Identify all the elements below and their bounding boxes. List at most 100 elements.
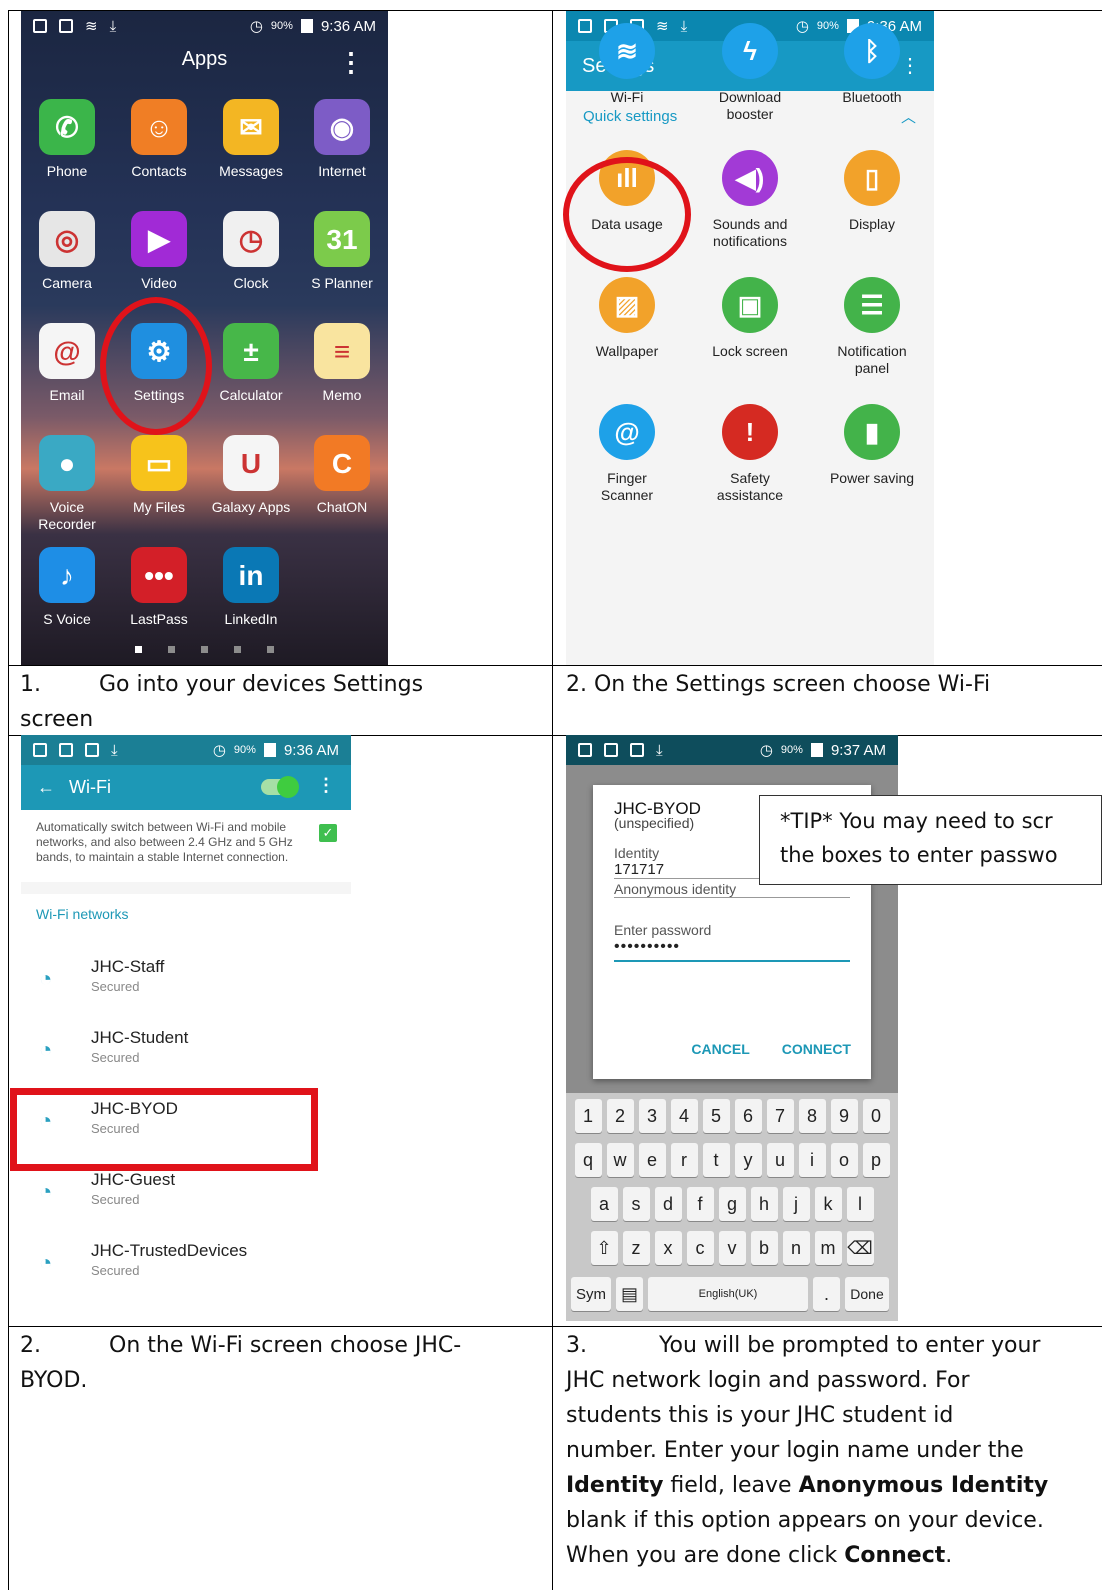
checkbox-checked-icon[interactable]: ✓ — [319, 824, 337, 842]
key-y[interactable]: y — [734, 1143, 762, 1177]
app-label: Video — [141, 275, 177, 291]
quick-setting-display[interactable]: ▯ Display — [811, 150, 933, 233]
messages-icon: ✉ — [223, 99, 279, 155]
display-icon: ▯ — [844, 150, 900, 206]
battery-icon — [263, 743, 276, 757]
app-galaxy-apps[interactable]: U Galaxy Apps — [205, 435, 297, 516]
key-q[interactable]: q — [574, 1143, 602, 1177]
sym-key[interactable]: Sym — [571, 1277, 611, 1311]
app-s-planner[interactable]: 31 S Planner — [296, 211, 388, 292]
key-p[interactable]: p — [862, 1143, 890, 1177]
quick-setting-download-booster[interactable]: ϟ Download booster — [689, 23, 811, 123]
network-jhc-student[interactable]: ◔ JHC-Student Secured — [21, 1015, 351, 1085]
key-k[interactable]: k — [814, 1187, 842, 1221]
network-jhc-trusteddevices[interactable]: ◔ JHC-TrustedDevices Secured — [21, 1228, 351, 1298]
key-7[interactable]: 7 — [766, 1099, 794, 1133]
quick-setting-notification-panel[interactable]: ☰ Notification panel — [811, 277, 933, 377]
key-i[interactable]: i — [798, 1143, 826, 1177]
key-f[interactable]: f — [686, 1187, 714, 1221]
smart-network-switch[interactable]: Automatically switch between Wi-Fi and m… — [21, 810, 351, 882]
key-6[interactable]: 6 — [734, 1099, 762, 1133]
key-d[interactable]: d — [654, 1187, 682, 1221]
video-icon: ▶ — [131, 211, 187, 267]
key-0[interactable]: 0 — [862, 1099, 890, 1133]
space-key[interactable]: English(UK) — [648, 1277, 808, 1311]
app-clock[interactable]: ◷ Clock — [205, 211, 297, 292]
alarm-icon: ◷ — [212, 742, 226, 759]
key-u[interactable]: u — [766, 1143, 794, 1177]
key-c[interactable]: c — [686, 1231, 714, 1265]
key-e[interactable]: e — [638, 1143, 666, 1177]
cancel-button[interactable]: CANCEL — [691, 1041, 749, 1057]
more-options-icon[interactable]: ⋮ — [317, 775, 335, 796]
key-h[interactable]: h — [750, 1187, 778, 1221]
key-o[interactable]: o — [830, 1143, 858, 1177]
key-v[interactable]: v — [718, 1231, 746, 1265]
key-z[interactable]: z — [622, 1231, 650, 1265]
app-voice-recorder[interactable]: ● Voice Recorder — [21, 435, 113, 533]
quick-setting-label: Wi-Fi — [610, 89, 644, 105]
app-contacts[interactable]: ☺ Contacts — [113, 99, 205, 180]
key-s[interactable]: s — [622, 1187, 650, 1221]
app-label: Internet — [318, 163, 366, 179]
key-symbol[interactable]: ⇧ — [590, 1231, 618, 1265]
key-j[interactable]: j — [782, 1187, 810, 1221]
network-jhc-staff[interactable]: ◔ JHC-Staff Secured — [21, 944, 351, 1014]
app-lastpass[interactable]: ••• LastPass — [113, 547, 205, 628]
key-a[interactable]: a — [590, 1187, 618, 1221]
app-camera[interactable]: ◎ Camera — [21, 211, 113, 292]
app-calculator[interactable]: ± Calculator — [205, 323, 297, 404]
quick-setting-sounds-and-notifications[interactable]: ◀) Sounds and notifications — [689, 150, 811, 250]
key-5[interactable]: 5 — [702, 1099, 730, 1133]
quick-setting-lock-screen[interactable]: ▣ Lock screen — [689, 277, 811, 360]
key-4[interactable]: 4 — [670, 1099, 698, 1133]
app-memo[interactable]: ≡ Memo — [296, 323, 388, 404]
done-key[interactable]: Done — [845, 1277, 889, 1311]
key-b[interactable]: b — [750, 1231, 778, 1265]
key-n[interactable]: n — [782, 1231, 810, 1265]
quick-setting-label: Display — [849, 216, 895, 232]
more-options-icon[interactable]: ⋮ — [338, 47, 364, 78]
app-s-voice[interactable]: ♪ S Voice — [21, 547, 113, 628]
app-messages[interactable]: ✉ Messages — [205, 99, 297, 180]
memo-icon: ≡ — [314, 323, 370, 379]
wifi-secured-icon: ◔ — [39, 1037, 53, 1062]
app-phone[interactable]: ✆ Phone — [21, 99, 113, 180]
quick-setting-finger-scanner[interactable]: @ Finger Scanner — [566, 404, 688, 504]
key-t[interactable]: t — [702, 1143, 730, 1177]
app-internet[interactable]: ◉ Internet — [296, 99, 388, 180]
key-x[interactable]: x — [654, 1231, 682, 1265]
key-3[interactable]: 3 — [638, 1099, 666, 1133]
key-1[interactable]: 1 — [574, 1099, 602, 1133]
connect-button[interactable]: CONNECT — [782, 1041, 851, 1057]
key-r[interactable]: r — [670, 1143, 698, 1177]
quick-setting-label: Power saving — [829, 470, 915, 486]
key-m[interactable]: m — [814, 1231, 842, 1265]
wifi-toggle[interactable] — [261, 776, 299, 798]
key-2[interactable]: 2 — [606, 1099, 634, 1133]
app-chaton[interactable]: C ChatON — [296, 435, 388, 516]
caption-step-2: 2. On the Settings screen choose Wi-Fi — [566, 672, 991, 697]
key-9[interactable]: 9 — [830, 1099, 858, 1133]
key-g[interactable]: g — [718, 1187, 746, 1221]
clipboard-key-icon[interactable]: ▤ — [616, 1277, 643, 1311]
app-label: Voice Recorder — [38, 499, 96, 532]
key-8[interactable]: 8 — [798, 1099, 826, 1133]
app-linkedin[interactable]: in LinkedIn — [205, 547, 297, 628]
app-label: Phone — [46, 163, 88, 179]
key-symbol[interactable]: ⌫ — [846, 1231, 874, 1265]
chevron-up-icon[interactable]: ︿ — [901, 106, 916, 127]
quick-setting-wallpaper[interactable]: ▨ Wallpaper — [566, 277, 688, 360]
key-w[interactable]: w — [606, 1143, 634, 1177]
quick-setting-bluetooth[interactable]: ᛒ Bluetooth — [811, 23, 933, 106]
key-l[interactable]: l — [846, 1187, 874, 1221]
quick-setting-power-saving[interactable]: ▮ Power saving — [811, 404, 933, 487]
password-field[interactable]: •••••••••• — [614, 938, 850, 962]
punctuation-key[interactable]: . — [813, 1277, 840, 1311]
back-arrow-icon[interactable]: ← — [37, 777, 55, 798]
app-video[interactable]: ▶ Video — [113, 211, 205, 292]
quick-setting-safety-assistance[interactable]: ! Safety assistance — [689, 404, 811, 504]
clock-icon: ◷ — [223, 211, 279, 267]
quick-setting-wi-fi[interactable]: ≋ Wi-Fi — [566, 23, 688, 106]
app-my-files[interactable]: ▭ My Files — [113, 435, 205, 516]
